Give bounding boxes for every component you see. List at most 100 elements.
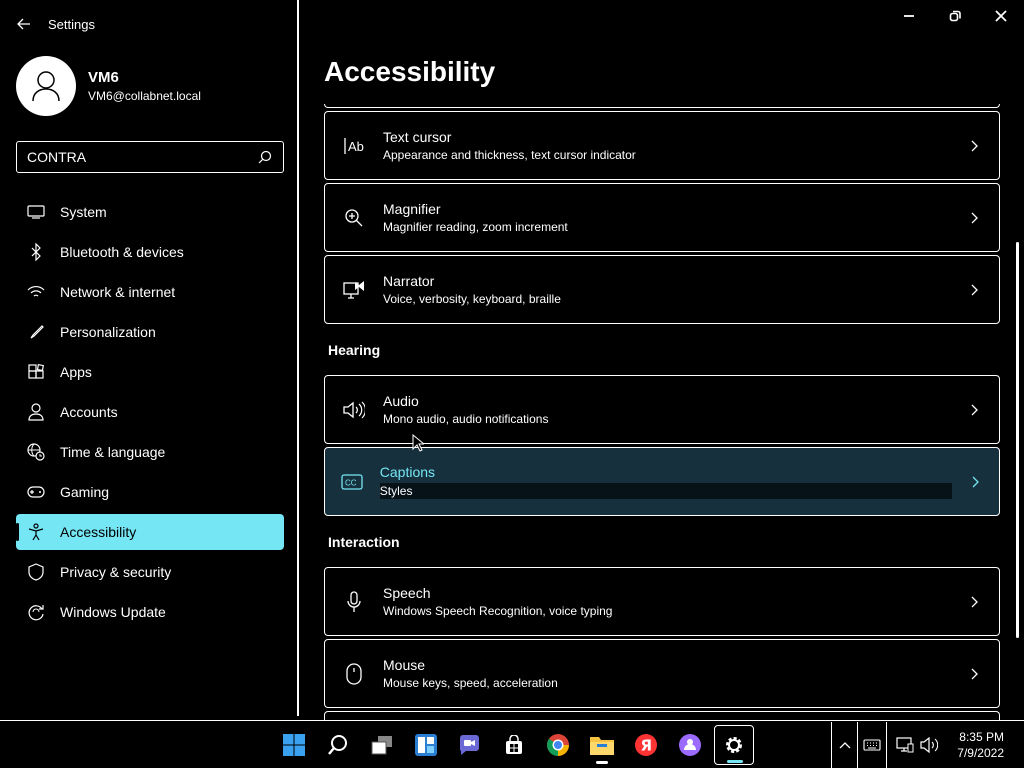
card-title: Mouse <box>383 657 426 673</box>
sidebar-item-label: Network & internet <box>60 284 176 300</box>
search-icon <box>328 735 347 755</box>
card-description: Mono audio, audio notifications <box>383 412 549 426</box>
sidebar-item-windows-update[interactable]: Windows Update <box>16 594 284 630</box>
sidebar-item-bluetooth[interactable]: Bluetooth & devices <box>16 234 284 270</box>
sidebar-item-accounts[interactable]: Accounts <box>16 394 284 430</box>
narrator-icon <box>325 256 383 323</box>
text-cursor-icon: Ab <box>325 112 383 179</box>
keyboard-icon <box>863 739 881 751</box>
search-box[interactable]: CONTRA <box>16 141 284 173</box>
page-title: Accessibility <box>324 56 496 87</box>
taskbar-file-explorer[interactable] <box>582 725 622 765</box>
yandex-icon: Я <box>635 734 657 756</box>
close-icon <box>995 10 1007 22</box>
sidebar-item-privacy[interactable]: Privacy & security <box>16 554 284 590</box>
taskbar-store[interactable] <box>494 725 534 765</box>
setting-card-speech[interactable]: Speech Windows Speech Recognition, voice… <box>324 567 1000 636</box>
person-icon <box>32 71 60 102</box>
user-profile[interactable]: VM6 VM6@collabnet.local <box>16 56 201 116</box>
taskbar-widgets[interactable] <box>406 725 446 765</box>
sidebar-item-label: Apps <box>60 364 92 380</box>
restore-icon <box>949 10 961 22</box>
apps-icon <box>26 362 46 382</box>
sidebar-item-personalization[interactable]: Personalization <box>16 314 284 350</box>
quick-settings-button[interactable] <box>887 722 947 768</box>
taskbar-chrome[interactable] <box>538 725 578 765</box>
close-button[interactable] <box>978 0 1024 32</box>
chevron-right-icon <box>949 404 999 416</box>
setting-card-narrator[interactable]: Narrator Voice, verbosity, keyboard, bra… <box>324 255 1000 324</box>
show-hidden-icons-button[interactable] <box>831 722 857 768</box>
monitor-icon <box>26 202 46 222</box>
avatar <box>16 56 76 116</box>
card-description: Mouse keys, speed, acceleration <box>383 676 558 690</box>
restore-button[interactable] <box>932 0 978 32</box>
card-partial-top <box>324 104 1000 108</box>
svg-text:CC: CC <box>345 478 357 487</box>
sidebar-item-label: Accounts <box>60 404 118 420</box>
taskbar-alice[interactable] <box>670 725 710 765</box>
card-description: Voice, verbosity, keyboard, braille <box>383 292 561 306</box>
running-indicator <box>596 761 608 764</box>
sidebar-item-label: Privacy & security <box>60 564 172 580</box>
chevron-right-icon <box>949 668 999 680</box>
card-partial-bottom <box>324 711 1000 720</box>
sidebar-item-network[interactable]: Network & internet <box>16 274 284 310</box>
sidebar-item-apps[interactable]: Apps <box>16 354 284 390</box>
volume-icon <box>920 737 939 753</box>
clock-time: 8:35 PM <box>959 730 1004 744</box>
setting-card-magnifier[interactable]: Magnifier Magnifier reading, zoom increm… <box>324 183 1000 252</box>
svg-text:Я: Я <box>641 737 653 755</box>
taskbar-task-view[interactable] <box>362 725 402 765</box>
card-description: Appearance and thickness, text cursor in… <box>383 148 636 162</box>
setting-card-audio[interactable]: Audio Mono audio, audio notifications <box>324 375 1000 444</box>
setting-card-mouse[interactable]: Mouse Mouse keys, speed, acceleration <box>324 639 1000 708</box>
magnifier-icon <box>325 184 383 251</box>
chevron-up-icon <box>839 742 851 749</box>
back-arrow-icon <box>17 18 30 30</box>
back-button[interactable] <box>0 0 48 48</box>
file-explorer-icon <box>590 737 614 755</box>
app-title: Settings <box>48 16 95 32</box>
taskbar-start[interactable] <box>274 725 314 765</box>
card-title: Audio <box>383 393 419 409</box>
title-bar: Settings <box>0 0 298 48</box>
taskbar-chat[interactable] <box>450 725 490 765</box>
sidebar-item-time-language[interactable]: Time & language <box>16 434 284 470</box>
taskbar-settings[interactable] <box>714 725 754 765</box>
chevron-right-icon <box>949 212 999 224</box>
alice-icon <box>679 734 701 756</box>
taskbar-yandex[interactable]: Я <box>626 725 666 765</box>
sidebar-item-gaming[interactable]: Gaming <box>16 474 284 510</box>
card-title: Magnifier <box>383 201 441 217</box>
search-icon[interactable] <box>257 149 273 165</box>
settings-icon <box>726 737 742 753</box>
section-header-interaction: Interaction <box>328 534 400 550</box>
card-description: Windows Speech Recognition, voice typing <box>383 604 613 618</box>
card-title: Narrator <box>383 273 435 289</box>
minimize-button[interactable] <box>886 0 932 32</box>
keyboard-button[interactable] <box>857 722 888 768</box>
chevron-right-icon <box>949 596 999 608</box>
taskbar-apps: Я <box>272 721 756 768</box>
sidebar-item-label: Gaming <box>60 484 110 500</box>
taskbar-search[interactable] <box>318 725 358 765</box>
sidebar-item-label: Time & language <box>60 444 166 460</box>
accessibility-icon <box>26 522 46 542</box>
svg-text:Ab: Ab <box>348 139 364 154</box>
setting-card-text-cursor[interactable]: Ab Text cursor Appearance and thickness,… <box>324 111 1000 180</box>
speaker-icon <box>325 376 383 443</box>
search-input[interactable]: CONTRA <box>27 149 257 165</box>
sidebar-item-accessibility[interactable]: Accessibility <box>16 514 284 550</box>
mouse-cursor-icon <box>412 434 424 452</box>
mouse-icon <box>325 640 383 707</box>
scrollbar[interactable] <box>1016 242 1019 638</box>
card-title: Speech <box>383 585 431 601</box>
sidebar-item-system[interactable]: System <box>16 194 284 230</box>
clock[interactable]: 8:35 PM 7/9/2022 <box>947 729 1024 761</box>
chrome-icon <box>547 734 569 756</box>
widgets-icon <box>415 734 437 756</box>
setting-card-captions[interactable]: CC Captions Styles <box>324 447 1000 516</box>
clock-date: 7/9/2022 <box>957 746 1004 760</box>
nav-list: System Bluetooth & devices Network & int… <box>16 194 284 634</box>
